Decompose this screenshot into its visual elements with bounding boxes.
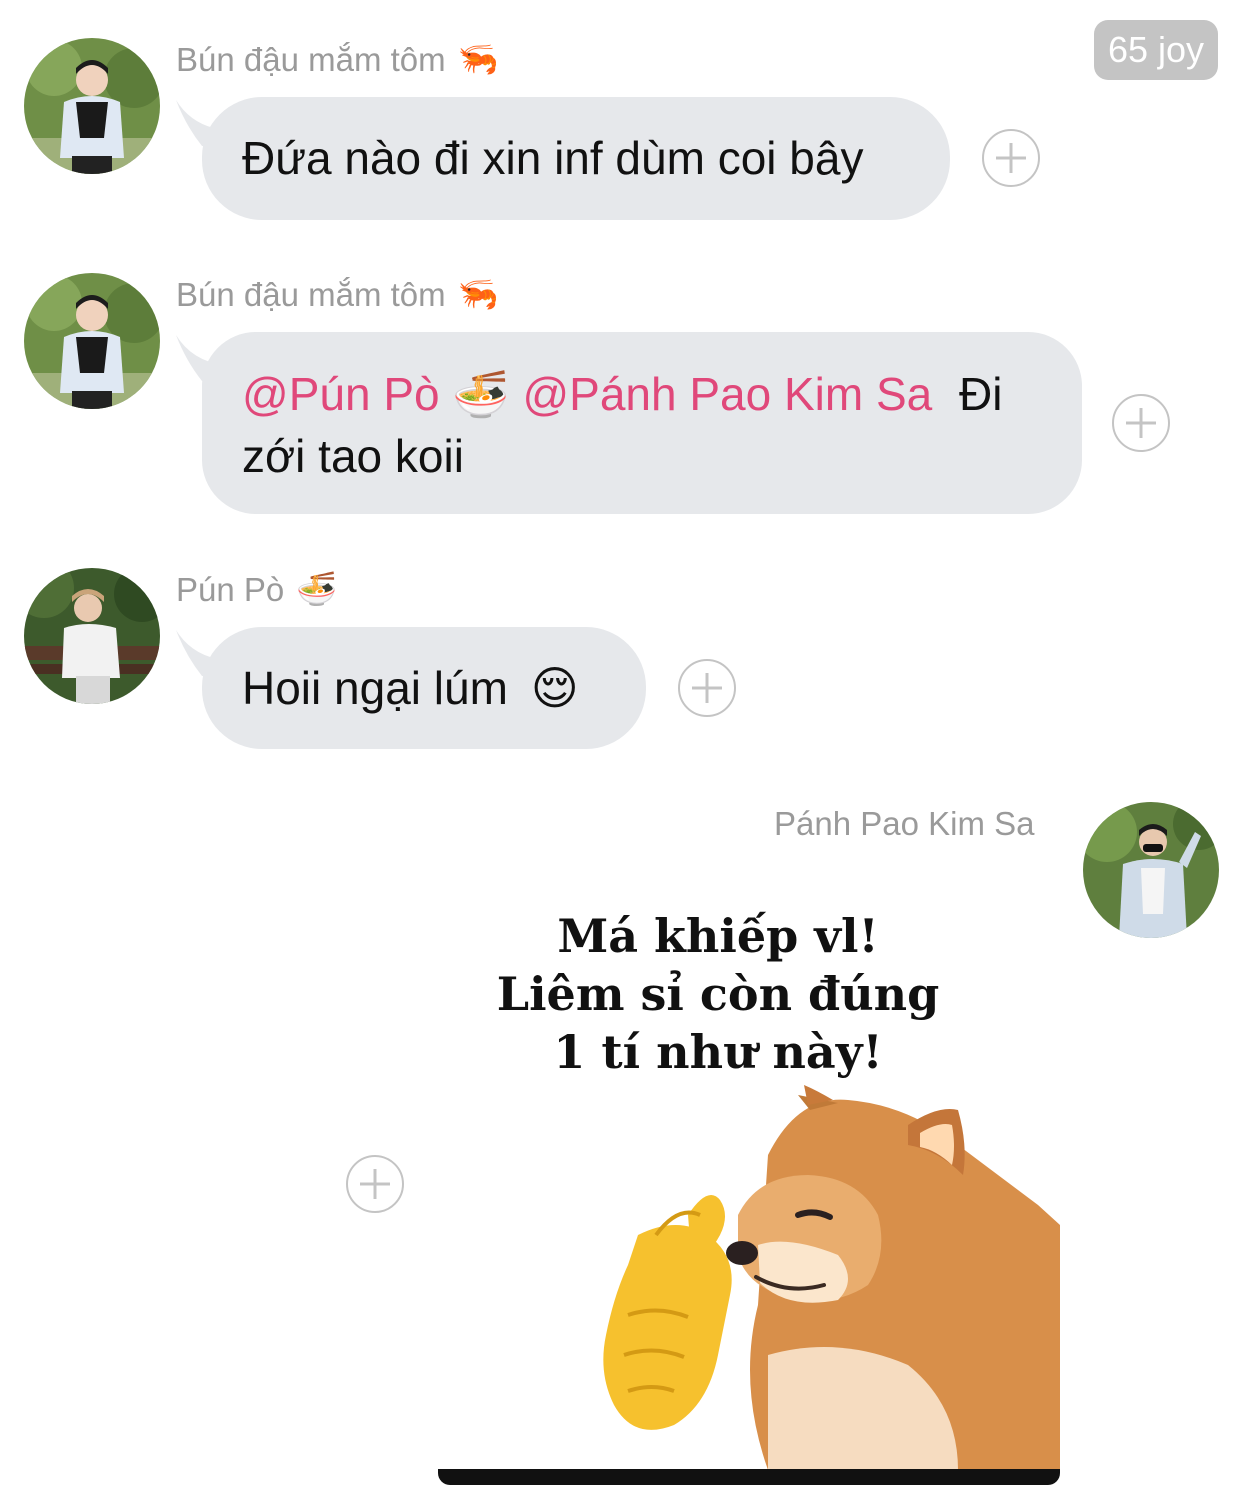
avatar-photo	[24, 568, 160, 704]
avatar-photo	[24, 273, 160, 409]
add-reaction-button[interactable]	[346, 1155, 404, 1213]
cheems-shiba-pinch-sticker-icon	[603, 1085, 1060, 1470]
message-text: Đi	[959, 368, 1003, 420]
mention-panh-pao-kim-sa[interactable]: @Pánh Pao Kim Sa	[522, 368, 932, 420]
message-text: Hoii ngại lúm	[242, 662, 508, 714]
mention-pun-po[interactable]: @Pún Pò	[242, 368, 440, 420]
avatar-pun-po[interactable]	[24, 568, 160, 704]
shrimp-emoji-icon: 🦐	[457, 40, 499, 77]
sender-name: Pánh Pao Kim Sa	[774, 805, 1035, 843]
sender-name: Pún Pò 🍜	[176, 570, 337, 609]
avatar-photo	[1083, 802, 1219, 938]
message-text: Đứa nào đi xin inf dùm coi bây	[242, 132, 864, 184]
sticker-bottom-bar	[438, 1469, 1060, 1485]
avatar-bun-dau-mam-tom[interactable]	[24, 273, 160, 409]
message-bubble[interactable]: @Pún Pò 🍜 @Pánh Pao Kim Sa Đi zới tao ko…	[202, 332, 1082, 514]
noodle-bowl-emoji-icon: 🍜	[452, 368, 510, 420]
avatar-bun-dau-mam-tom[interactable]	[24, 38, 160, 174]
message-line-1: @Pún Pò 🍜 @Pánh Pao Kim Sa Đi	[242, 363, 1052, 425]
message-bubble[interactable]: Đứa nào đi xin inf dùm coi bây	[202, 97, 950, 220]
avatar-photo	[24, 38, 160, 174]
message-text: zới tao koii	[242, 430, 464, 482]
noodle-bowl-emoji-icon: 🍜	[296, 570, 338, 607]
relieved-face-emoji-icon: 😌	[530, 662, 579, 714]
sender-name-text: Pún Pò	[176, 570, 285, 608]
joy-count-badge[interactable]: 65 joy	[1094, 20, 1218, 80]
sender-name: Bún đậu mắm tôm 🦐	[176, 40, 499, 79]
avatar-panh-pao-kim-sa[interactable]	[1083, 802, 1219, 938]
sender-name-text: Pánh Pao Kim Sa	[774, 805, 1035, 842]
sender-name-text: Bún đậu mắm tôm	[176, 40, 446, 78]
sender-name-text: Bún đậu mắm tôm	[176, 275, 446, 313]
message-bubble[interactable]: Hoii ngại lúm 😌	[202, 627, 646, 749]
add-reaction-button[interactable]	[678, 659, 736, 717]
sticker-image[interactable]: Má khiếp vl! Liêm sỉ còn đúng 1 tí như n…	[438, 885, 1060, 1485]
sender-name: Bún đậu mắm tôm 🦐	[176, 275, 499, 314]
shrimp-emoji-icon: 🦐	[457, 275, 499, 312]
add-reaction-button[interactable]	[982, 129, 1040, 187]
add-reaction-button[interactable]	[1112, 394, 1170, 452]
chat-screen: 65 joy Bún đậu mắm tôm 🦐 Đứa nào đi xin …	[0, 0, 1242, 1508]
